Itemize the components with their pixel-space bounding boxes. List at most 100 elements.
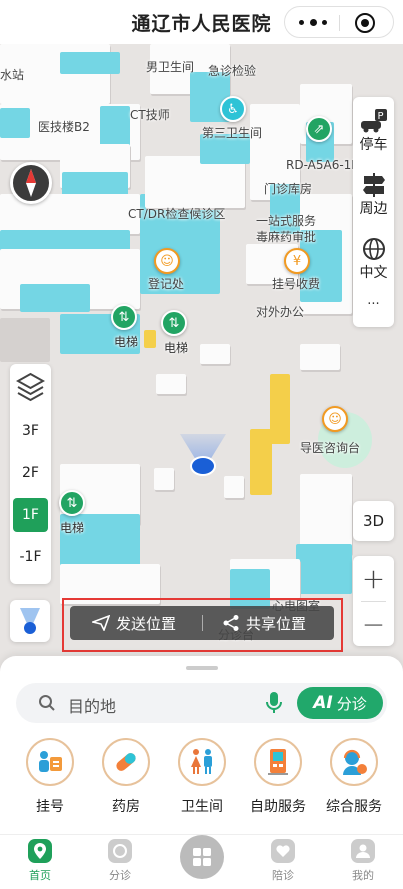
locate-me-button[interactable] [10,600,50,642]
more-tools-button[interactable]: ··· [353,297,394,312]
zoom-controls: + − [353,556,394,646]
elevator-poi-icon[interactable]: ⇅ [161,310,187,336]
ai-label: AI [313,693,333,713]
search-icon [39,695,55,711]
escalator-poi-icon[interactable]: ⇗ [306,116,332,142]
map-label: CT/DR检查候诊区 [128,207,226,221]
layers-icon[interactable] [15,372,46,402]
indoor-map[interactable]: 男卫生间 急诊检验 水站 CT技师 第三卫生间 医技楼B2 RD-A5A6-1F… [0,44,403,684]
map-label: 一站式服务 [256,214,317,228]
user-icon [351,839,375,863]
location-action-bar: 发送位置 共享位置 [70,606,334,640]
language-button[interactable]: 中文 [353,227,394,291]
map-building [156,374,186,394]
parking-label: 停车 [359,137,388,153]
restroom-poi-icon[interactable]: ♿ [220,96,246,122]
more-options-icon[interactable] [299,14,327,30]
elevator-poi-icon[interactable]: ⇅ [59,490,85,516]
map-label: 急诊检验 [208,64,257,78]
cashier-poi-icon[interactable]: ¥ [284,248,310,274]
map-label: 导医咨询台 [300,441,361,455]
tab-profile[interactable]: 我的 [333,839,393,883]
floor-1f[interactable]: 1F [13,498,48,532]
pill-icon [102,738,150,786]
current-location-marker [190,456,216,476]
service-label: 挂号 [36,799,64,815]
zoom-in-button[interactable]: + [353,556,394,600]
map-label: 男卫生间 [146,60,195,74]
service-label: 自助服务 [250,799,306,815]
my-location-icon [20,608,40,634]
kiosk-icon [254,738,302,786]
share-location-label: 共享位置 [246,614,307,633]
zoom-out-button[interactable]: − [353,602,394,646]
service-label: 综合服务 [326,799,382,815]
restroom-icon [178,738,226,786]
floor-3f[interactable]: 3F [13,414,48,448]
ai-triage-label: 分诊 [336,694,367,713]
tab-label: 陪诊 [272,869,294,882]
ai-triage-button[interactable]: AI 分诊 [297,687,383,719]
elevator-poi-icon[interactable]: ⇅ [111,304,137,330]
map-label: 挂号收费 [272,277,321,291]
floor-2f[interactable]: 2F [13,456,48,490]
map-label: 水站 [0,68,25,82]
sheet-drag-handle[interactable] [186,666,218,670]
signpost-icon [362,172,386,198]
send-location-button[interactable]: 发送位置 [92,606,176,640]
bottom-sheet: 目的地 AI 分诊 挂号 药房 卫生间 自助服务 综合服务 [0,656,403,834]
map-building [154,468,174,490]
map-label: 医技楼B2 [38,120,90,134]
service-restroom[interactable]: 卫生间 [164,738,240,816]
floor-selector: 3F 2F 1F -1F [10,364,51,584]
search-input[interactable]: 目的地 [68,693,116,717]
parking-icon: P [360,108,387,134]
globe-icon [362,236,385,262]
share-location-button[interactable]: 共享位置 [222,606,306,640]
grid-icon [193,848,211,866]
tab-escort[interactable]: 陪诊 [253,839,313,883]
map-building [0,318,50,362]
floor-b1[interactable]: -1F [13,540,48,574]
map-highlight [144,330,156,348]
share-icon [223,615,239,631]
map-label: 对外办公 [256,305,305,319]
compass-icon[interactable] [10,162,52,204]
map-label: RD-A5A6-1F [286,158,359,172]
language-label: 中文 [359,265,388,281]
close-miniprogram-icon[interactable] [355,13,375,33]
nearby-button[interactable]: 周边 [353,163,394,227]
registration-icon [26,738,74,786]
service-pharmacy[interactable]: 药房 [88,738,164,816]
parking-button[interactable]: P 停车 [353,99,394,163]
microphone-icon[interactable] [266,692,282,714]
map-label: 登记处 [148,277,185,291]
map-label: CT技师 [130,108,170,122]
tab-label: 首页 [29,869,51,882]
service-general[interactable]: 综合服务 [316,738,392,816]
tab-triage[interactable]: 分诊 [90,839,150,883]
poi-label: 电梯 [164,341,189,355]
map-building [200,344,230,364]
center-action-button[interactable] [180,835,224,879]
send-icon [92,615,110,631]
heart-hands-icon [271,839,295,863]
tab-home[interactable]: 首页 [10,839,70,883]
service-registration[interactable]: 挂号 [12,738,88,816]
service-label: 药房 [112,799,140,815]
map-building [300,474,352,554]
view-3d-button[interactable]: 3D [353,501,394,541]
map-label: 门诊库房 [264,182,313,196]
map-building [296,544,352,594]
poi-label: 电梯 [114,335,139,349]
service-label: 卫生间 [181,799,223,815]
ai-triage-icon [108,839,132,863]
service-poi-icon[interactable]: ☺ [154,248,180,274]
poi-label: 电梯 [60,521,85,535]
map-building [224,476,244,498]
app-header: 通辽市人民医院 [0,0,403,44]
service-self-service[interactable]: 自助服务 [240,738,316,816]
map-highlight [250,429,272,495]
nearby-label: 周边 [359,201,388,217]
help-desk-poi-icon[interactable]: ☺ [322,406,348,432]
